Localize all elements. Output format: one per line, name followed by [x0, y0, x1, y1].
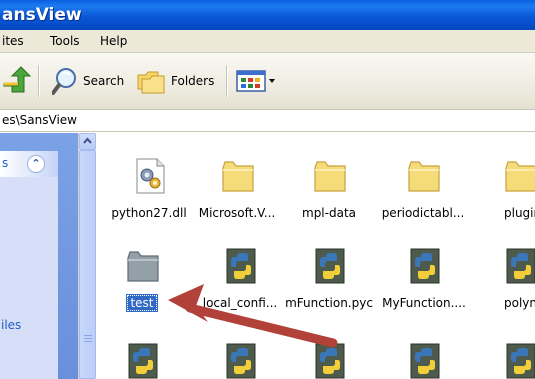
file-list: python27.dll Microsoft.V... mpl-data per… — [96, 133, 535, 379]
folders-icon — [137, 71, 165, 94]
folders-label: Folders — [171, 74, 215, 88]
file-item[interactable]: python27.dll — [99, 158, 199, 243]
window-title: ansView — [2, 5, 82, 25]
file-item[interactable] — [190, 343, 290, 379]
file-item[interactable]: polynomin — [470, 248, 535, 323]
tasks-header-text: s — [2, 156, 9, 170]
tasks-header[interactable]: s ⌃ — [0, 151, 58, 177]
python-file-icon — [506, 248, 535, 284]
tasks-link[interactable]: iles — [1, 318, 21, 332]
menu-favorites[interactable]: ites — [2, 34, 24, 48]
file-item[interactable]: MyFunction.... — [374, 248, 474, 323]
file-name: test — [96, 294, 192, 312]
scroll-grip — [84, 341, 92, 342]
file-name: periodictabl... — [381, 206, 465, 220]
toolbar-separator — [38, 65, 39, 97]
search-icon — [52, 68, 76, 95]
scroll-grip — [84, 335, 92, 336]
scroll-up-arrow-icon — [83, 137, 92, 144]
selected-file-name[interactable]: test — [126, 294, 158, 312]
file-item[interactable]: periodictabl... — [373, 158, 473, 243]
file-item[interactable]: Microsoft.V... — [187, 158, 287, 243]
folder-icon — [314, 161, 346, 192]
file-name: mFunction.pyc — [285, 296, 373, 310]
menu-tools[interactable]: Tools — [50, 34, 80, 48]
file-item[interactable]: plugin_mo — [470, 158, 535, 243]
up-folder-button[interactable] — [2, 66, 32, 96]
file-item[interactable]: local_confi... — [190, 248, 290, 323]
up-arrow-icon — [3, 66, 32, 93]
search-button[interactable]: Search — [52, 66, 124, 96]
python-file-icon — [315, 343, 345, 379]
views-button[interactable] — [236, 66, 278, 96]
python-file-icon — [410, 343, 440, 379]
toolbar-separator — [226, 65, 227, 97]
address-bar[interactable]: es\SansView — [0, 110, 535, 132]
toolbar: Search Folders — [0, 53, 535, 110]
folder-gray-icon — [127, 251, 159, 282]
python-file-icon — [128, 343, 158, 379]
folder-icon — [222, 161, 254, 192]
file-name: MyFunction.... — [382, 296, 466, 310]
search-label: Search — [83, 74, 125, 88]
file-item[interactable]: mpl-data — [279, 158, 379, 243]
folder-icon — [505, 161, 535, 192]
file-item[interactable] — [374, 343, 474, 379]
collapse-chevron-icon[interactable]: ⌃ — [27, 155, 45, 173]
file-name: python27.dll — [111, 206, 187, 220]
python-file-icon — [410, 248, 440, 284]
python-file-icon — [226, 248, 256, 284]
file-item[interactable] — [470, 343, 535, 379]
task-pane: s ⌃ iles — [0, 133, 78, 379]
python-file-icon — [226, 343, 256, 379]
file-item[interactable]: mFunction.pyc — [279, 248, 379, 323]
dll-icon — [136, 158, 165, 194]
folders-button[interactable]: Folders — [136, 66, 214, 96]
file-name: polynomin — [504, 296, 535, 310]
file-item-selected[interactable]: test — [96, 248, 192, 323]
menu-help[interactable]: Help — [100, 34, 127, 48]
python-file-icon — [315, 248, 345, 284]
python-file-icon — [506, 343, 535, 379]
scroll-grip — [84, 338, 92, 339]
address-path: es\SansView — [2, 113, 77, 127]
folder-icon — [408, 161, 440, 192]
scroll-thumb[interactable] — [79, 150, 96, 379]
file-name: mpl-data — [302, 206, 356, 220]
task-pane-scrollbar[interactable] — [78, 133, 96, 379]
file-name: local_confi... — [202, 296, 278, 310]
menu-bar: ites Tools Help — [0, 30, 535, 53]
scroll-up-button[interactable] — [79, 133, 96, 150]
file-item[interactable] — [279, 343, 379, 379]
title-bar[interactable]: ansView — [0, 0, 535, 30]
file-name: Microsoft.V... — [198, 206, 276, 220]
file-item[interactable] — [96, 343, 192, 379]
views-icon — [236, 70, 275, 92]
tasks-panel: s ⌃ iles — [0, 151, 58, 379]
file-name: plugin_mo — [504, 206, 535, 220]
